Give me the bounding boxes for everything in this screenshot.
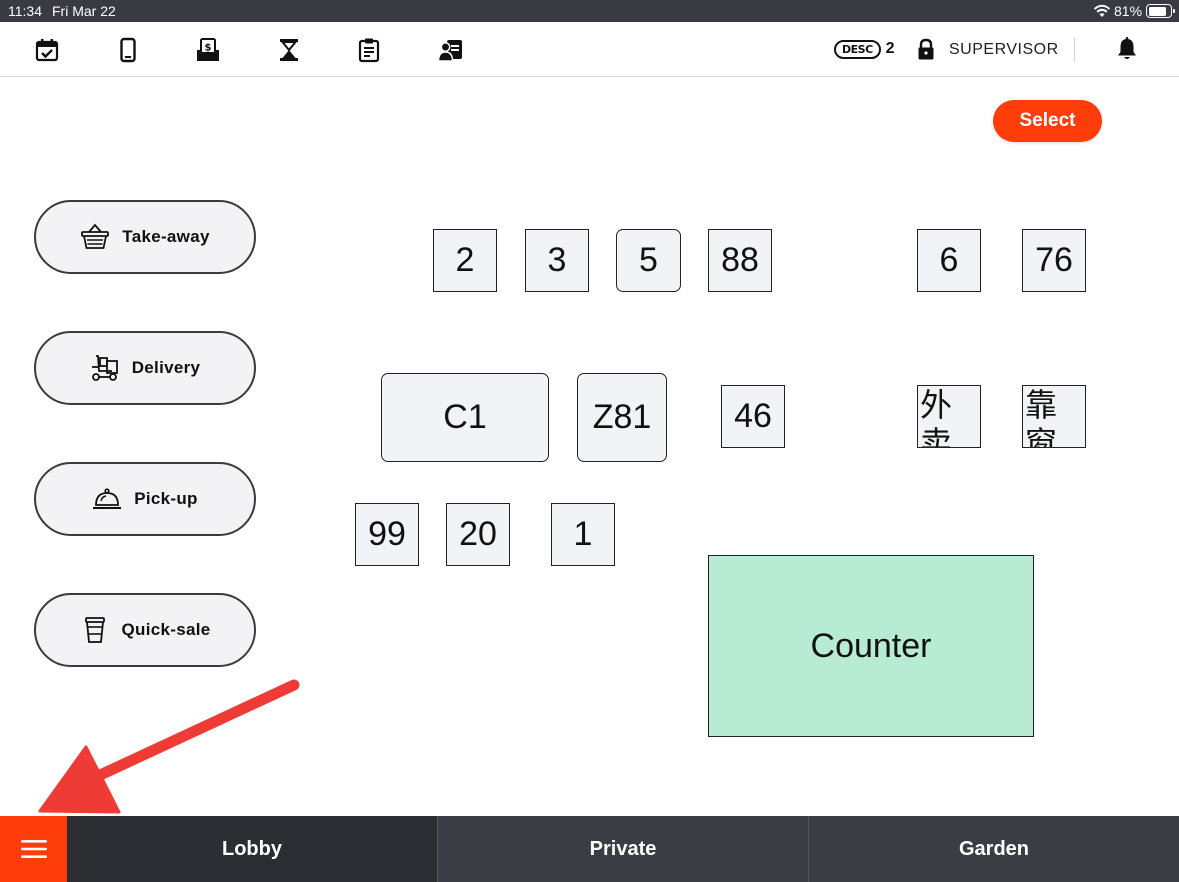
table-20[interactable]: 20 [446,503,510,566]
lock-icon [918,38,934,60]
bell-icon[interactable] [1114,36,1140,62]
annotation-arrow [38,679,300,814]
svg-text:$: $ [205,43,212,54]
table-c1[interactable]: C1 [381,373,549,462]
delivery-label: Delivery [131,358,201,377]
battery-icon [1146,4,1175,18]
quick-sale-button[interactable]: Quick-sale [34,593,256,667]
wifi-icon [1093,4,1111,17]
calendar-check-icon[interactable] [33,36,61,64]
table-2[interactable]: 2 [433,229,497,292]
status-bar: 11:34 Fri Mar 22 81% [0,0,1179,22]
table-46[interactable]: 46 [721,385,785,448]
cash-drawer-icon[interactable]: $ [194,36,222,64]
basket-icon [81,223,110,249]
delivery-icon [91,355,118,381]
table-5[interactable]: 5 [616,229,681,292]
staff-card-icon[interactable] [437,36,465,64]
table-takeout-cjk[interactable]: 外卖 [917,385,981,448]
pick-up-button[interactable]: Pick-up [34,462,256,536]
counter-area[interactable]: Counter [708,555,1034,737]
table-76[interactable]: 76 [1022,229,1086,292]
desc-count: 2 [885,40,895,57]
table-3[interactable]: 3 [525,229,589,292]
table-6[interactable]: 6 [917,229,981,292]
desc-label: DESC [834,39,881,59]
clipboard-icon[interactable] [355,36,383,64]
select-button[interactable]: Select [993,100,1102,142]
table-88[interactable]: 88 [708,229,772,292]
hourglass-icon[interactable] [275,36,303,64]
take-away-button[interactable]: Take-away [34,200,256,274]
battery-percent: 81% [1114,3,1143,19]
cloche-icon [93,488,122,509]
bottom-bar: Lobby Private Garden [0,816,1179,882]
tab-private[interactable]: Private [438,816,808,882]
delivery-button[interactable]: Delivery [34,331,256,405]
toolbar-divider [1074,37,1075,62]
table-1[interactable]: 1 [551,503,615,566]
tab-garden[interactable]: Garden [809,816,1179,882]
take-away-label: Take-away [122,227,210,246]
status-date: Fri Mar 22 [52,3,116,19]
desc-indicator[interactable]: DESC 2 [834,37,895,61]
user-role: SUPERVISOR [949,41,1059,58]
table-99[interactable]: 99 [355,503,419,566]
table-z81[interactable]: Z81 [577,373,667,462]
cup-icon [84,617,105,643]
top-toolbar: $ DESC 2 SUPERVISOR [0,22,1179,77]
tablet-icon[interactable] [114,36,142,64]
tab-lobby[interactable]: Lobby [67,816,437,882]
hamburger-icon [20,840,47,858]
pick-up-label: Pick-up [134,489,198,508]
status-time: 11:34 [8,3,42,19]
table-window-cjk[interactable]: 靠窗 [1022,385,1086,448]
menu-button[interactable] [0,816,67,882]
quick-sale-label: Quick-sale [121,620,211,639]
